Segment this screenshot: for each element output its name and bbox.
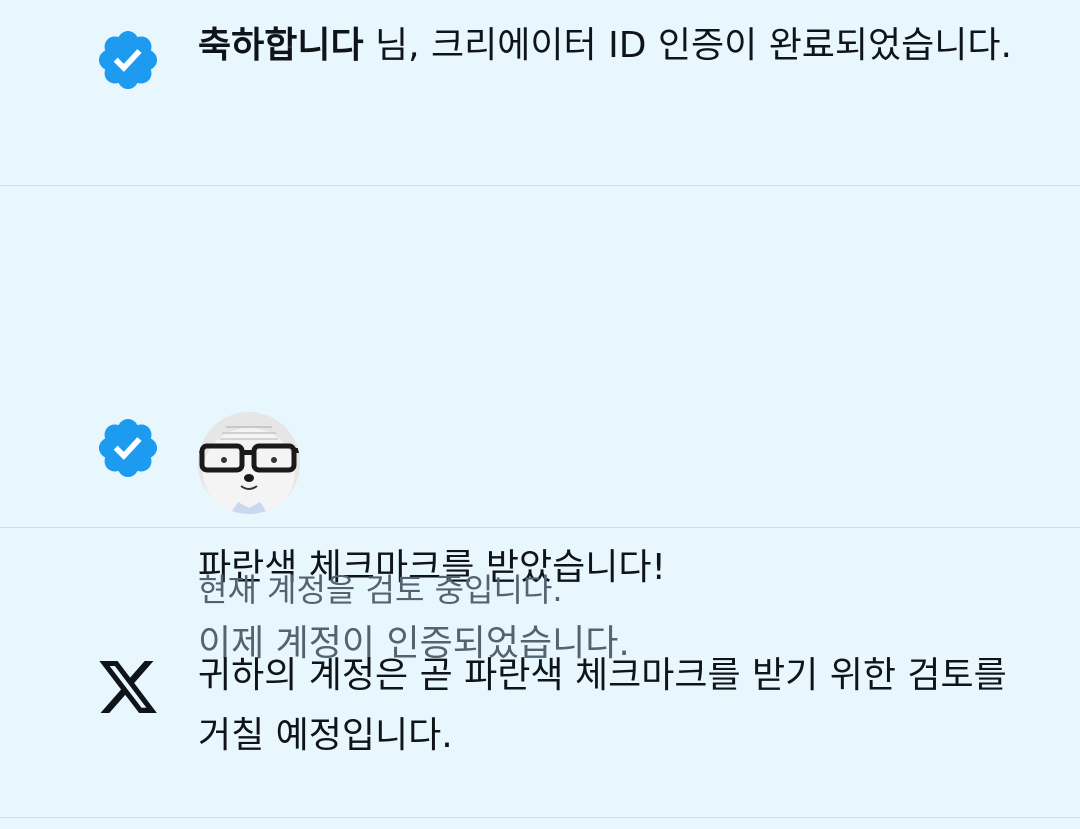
review-status-text: 현재 계정을 검토 중입니다. [198,571,563,609]
notification-blue-checkmark[interactable]: 파란색 체크마크를 받았습니다! 이제 계정이 인증되었습니다. [0,186,1080,664]
notification-body-text: 님, 크리에이터 ID 인증이 완료되었습니다. [363,25,1012,66]
verified-badge-icon [98,418,158,478]
review-body-text: 귀하의 계정은 곧 파란색 체크마크를 받기 위한 검토를 거칠 예정입니다. [198,655,1007,756]
congrats-bold-text: 축하합니다 [198,25,364,66]
notification-account-review[interactable]: 현재 계정을 검토 중입니다. 귀하의 계정은 곧 파란색 체크마크를 받기 위… [0,528,1080,818]
verified-badge-icon [98,30,158,90]
x-logo-icon [99,661,157,713]
notification-text: 축하합니다 님, 크리에이터 ID 인증이 완료되었습니다. [198,16,1040,76]
avatar[interactable] [198,412,300,514]
avatar-image [198,412,300,514]
notification-creator-id-verified[interactable]: 축하합니다 님, 크리에이터 ID 인증이 완료되었습니다. [0,0,1080,186]
